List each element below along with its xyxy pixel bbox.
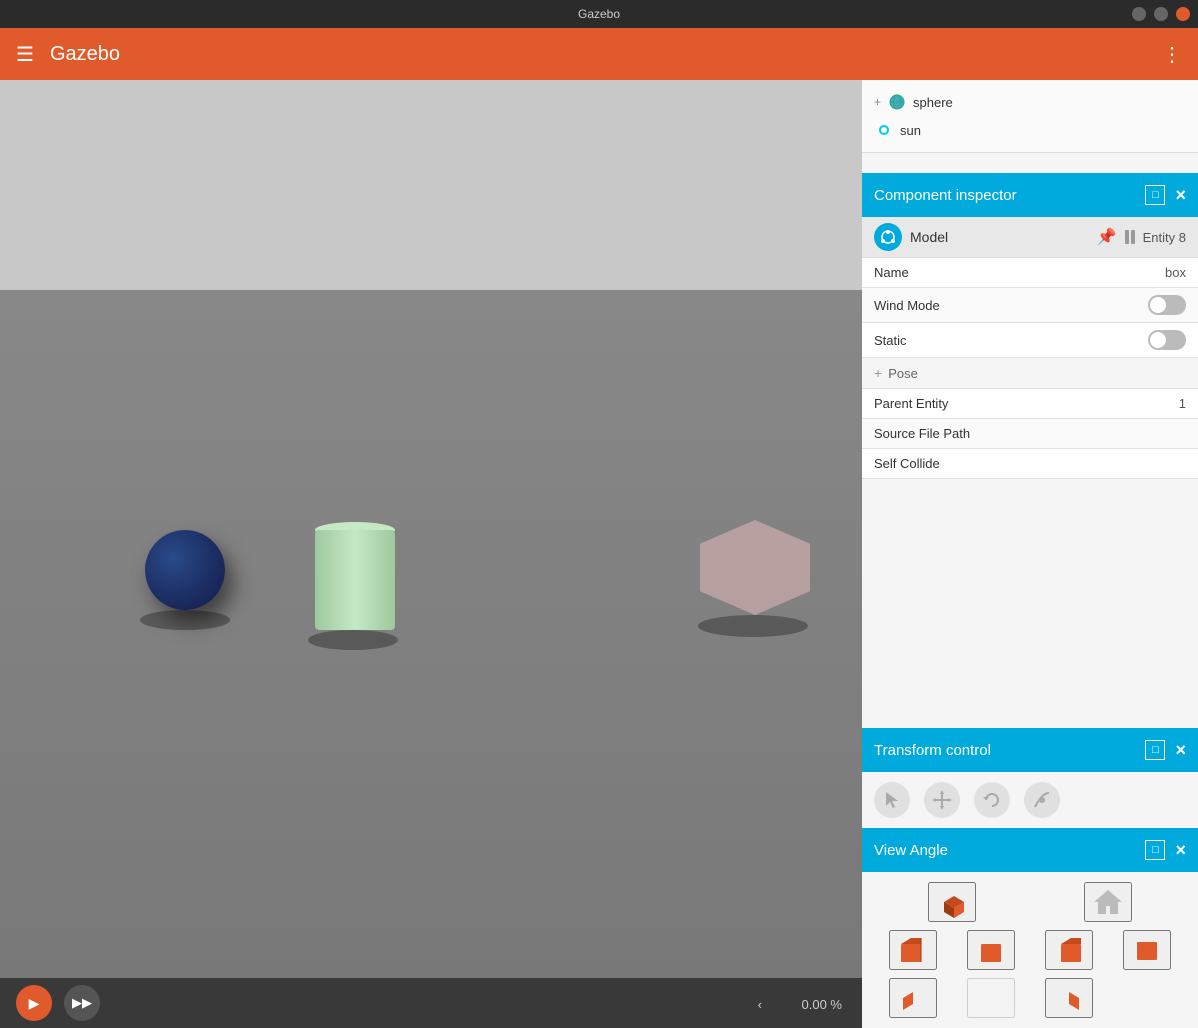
sphere-shadow	[140, 610, 230, 630]
component-inspector-minimize-button[interactable]: □	[1145, 185, 1165, 205]
model-icon	[874, 223, 902, 251]
parent-entity-row: Parent Entity 1	[862, 389, 1198, 419]
wind-mode-toggle-knob	[1150, 297, 1166, 313]
close-button[interactable]	[1176, 7, 1190, 21]
view-angle-top-button[interactable]	[1123, 930, 1171, 970]
hamburger-menu-button[interactable]: ☰	[16, 42, 34, 67]
view-angle-controls: □ ×	[1145, 840, 1186, 861]
static-toggle-knob	[1150, 332, 1166, 348]
cylinder-shadow	[308, 630, 398, 650]
transform-control-body	[862, 772, 1198, 828]
sun-tree-icon	[874, 120, 894, 140]
transform-control-close-button[interactable]: ×	[1175, 740, 1186, 761]
view-angle-row-3	[874, 978, 1186, 1018]
cylinder-object[interactable]	[315, 530, 395, 630]
pose-row[interactable]: + Pose	[862, 358, 1198, 389]
static-row: Static	[862, 323, 1198, 358]
view-angle-right-button[interactable]	[1045, 930, 1093, 970]
rotate-button[interactable]	[974, 782, 1010, 818]
right-panel: + sphere sun Component	[862, 80, 1198, 1028]
scale-button[interactable]	[1024, 782, 1060, 818]
sun-tree-label: sun	[900, 123, 921, 138]
view-angle-row-2	[874, 930, 1186, 970]
window-title: Gazebo	[578, 7, 620, 21]
header-left: ☰ Gazebo	[16, 42, 120, 67]
view-angle: View Angle □ ×	[862, 828, 1198, 1028]
transform-control-title: Transform control	[874, 742, 991, 759]
entity-tree: + sphere sun	[862, 80, 1198, 152]
transform-control: Transform control □ ×	[862, 728, 1198, 828]
hexagon-shadow	[698, 615, 808, 637]
model-controls: 📌 Entity 8	[1097, 227, 1186, 247]
parent-entity-label: Parent Entity	[874, 396, 1179, 411]
name-value: box	[1165, 265, 1186, 280]
view-angle-header: View Angle □ ×	[862, 828, 1198, 872]
tree-item-sun[interactable]: sun	[862, 116, 1198, 144]
component-inspector-title: Component inspector	[874, 187, 1017, 204]
hexagon-object[interactable]	[700, 520, 810, 615]
ground-area	[0, 290, 862, 1028]
sphere-tree-label: sphere	[913, 95, 953, 110]
component-inspector: Component inspector □ × Model 📌	[862, 173, 1198, 479]
app-header: ☰ Gazebo ⋮	[0, 28, 1198, 80]
view-angle-center-button[interactable]	[967, 978, 1015, 1018]
view-angle-close-button[interactable]: ×	[1175, 840, 1186, 861]
view-angle-title: View Angle	[874, 842, 948, 859]
fast-forward-button[interactable]: ▶▶	[64, 985, 100, 1021]
self-collide-label: Self Collide	[874, 456, 1186, 471]
name-label: Name	[874, 265, 1165, 280]
model-label: Model	[910, 229, 1089, 245]
spacer-2	[862, 479, 1198, 728]
view-angle-left-button[interactable]	[889, 930, 937, 970]
parent-entity-value: 1	[1179, 396, 1186, 411]
view-angle-perspective-button[interactable]	[928, 882, 976, 922]
wind-mode-row: Wind Mode	[862, 288, 1198, 323]
component-inspector-header: Component inspector □ ×	[862, 173, 1198, 217]
view-angle-bottom-left-button[interactable]	[889, 978, 937, 1018]
pose-expand-icon: +	[874, 365, 882, 381]
model-row: Model 📌 Entity 8	[862, 217, 1198, 258]
static-toggle[interactable]	[1148, 330, 1186, 350]
transform-control-controls: □ ×	[1145, 740, 1186, 761]
bottom-bar: ▶ ▶▶ ‹ 0.00 %	[0, 978, 862, 1028]
pose-label: Pose	[888, 366, 918, 381]
translate-button[interactable]	[924, 782, 960, 818]
source-file-path-label: Source File Path	[874, 426, 1186, 441]
wind-mode-label: Wind Mode	[874, 298, 1148, 313]
view-angle-bottom-right-button[interactable]	[1045, 978, 1093, 1018]
view-angle-minimize-button[interactable]: □	[1145, 840, 1165, 860]
3d-viewport[interactable]	[0, 80, 862, 1028]
select-button[interactable]	[874, 782, 910, 818]
sky-area	[0, 80, 862, 290]
maximize-button[interactable]	[1154, 7, 1168, 21]
transform-control-header: Transform control □ ×	[862, 728, 1198, 772]
static-label: Static	[874, 333, 1148, 348]
view-angle-home-button[interactable]	[1084, 882, 1132, 922]
window-controls	[1132, 7, 1190, 21]
spacer-1	[862, 153, 1198, 173]
transform-control-minimize-button[interactable]: □	[1145, 740, 1165, 760]
wind-mode-toggle[interactable]	[1148, 295, 1186, 315]
pause-button[interactable]	[1125, 230, 1135, 244]
play-button[interactable]: ▶	[16, 985, 52, 1021]
scroll-indicator: ‹	[758, 997, 762, 1012]
sphere-tree-icon	[887, 92, 907, 112]
component-inspector-controls: □ ×	[1145, 185, 1186, 206]
component-inspector-close-button[interactable]: ×	[1175, 185, 1186, 206]
view-angle-front-button[interactable]	[967, 930, 1015, 970]
name-row: Name box	[862, 258, 1198, 288]
tree-item-sphere[interactable]: + sphere	[862, 88, 1198, 116]
title-bar: Gazebo	[0, 0, 1198, 28]
more-options-button[interactable]: ⋮	[1162, 42, 1182, 67]
sphere-object[interactable]	[145, 530, 225, 610]
view-angle-body	[862, 872, 1198, 1028]
app-title: Gazebo	[50, 43, 120, 66]
view-angle-row-1	[874, 882, 1186, 922]
zoom-percent: 0.00 %	[802, 997, 842, 1012]
pin-button[interactable]: 📌	[1097, 227, 1117, 247]
source-file-path-row: Source File Path	[862, 419, 1198, 449]
entity-badge: Entity 8	[1143, 230, 1186, 245]
self-collide-row: Self Collide	[862, 449, 1198, 479]
minimize-button[interactable]	[1132, 7, 1146, 21]
